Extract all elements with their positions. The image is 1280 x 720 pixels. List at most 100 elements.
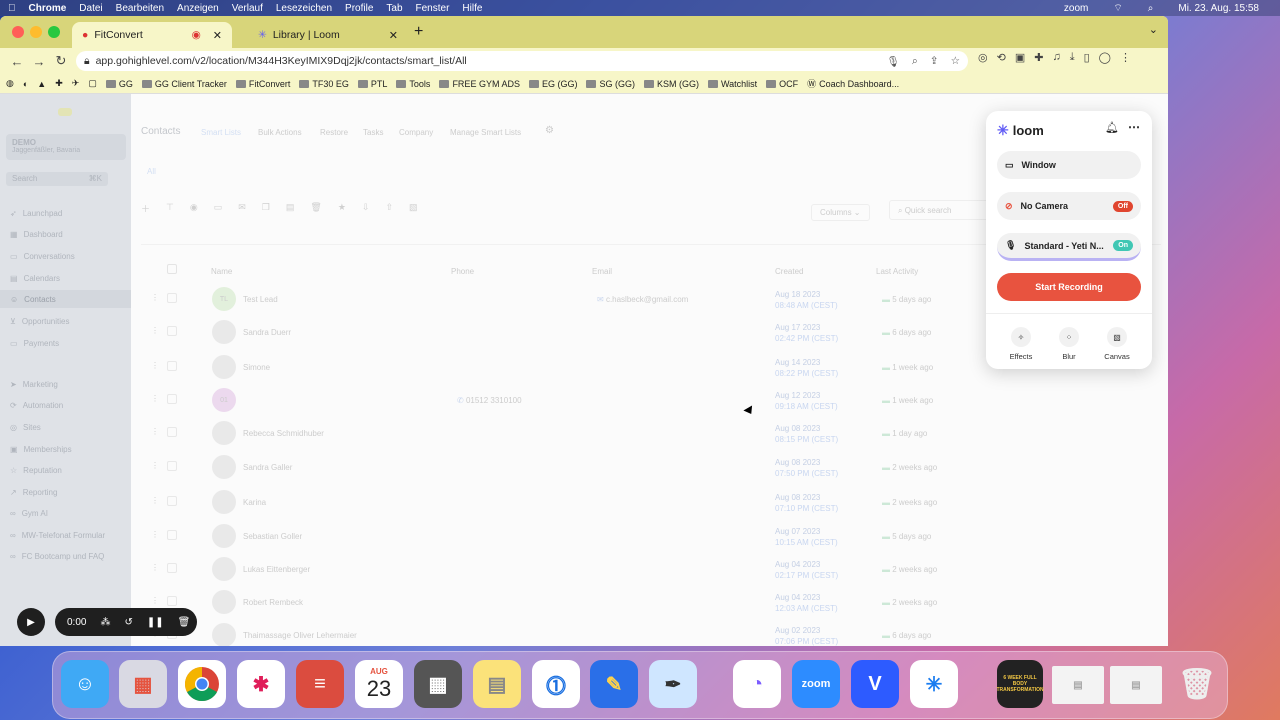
reload-icon[interactable]: ↻ bbox=[50, 53, 72, 69]
menu-fenster[interactable]: Fenster bbox=[416, 3, 450, 14]
zoom-window-button[interactable] bbox=[48, 26, 60, 38]
row-checkbox[interactable] bbox=[167, 596, 177, 606]
sidebar-search[interactable]: Search ⌘K bbox=[6, 172, 108, 186]
bookmark-star-icon[interactable]: ☆ bbox=[951, 55, 960, 68]
export-icon[interactable]: ⇧ bbox=[385, 202, 393, 215]
row-actions-kebab-icon[interactable]: ⋮ bbox=[151, 293, 159, 302]
sidebar-item-sites[interactable]: ◎ Sites bbox=[10, 423, 41, 432]
close-window-button[interactable] bbox=[12, 26, 24, 38]
camera-select[interactable]: ⊘ No Camera Off bbox=[997, 192, 1141, 220]
column-header-last-activity[interactable]: Last Activity bbox=[876, 267, 918, 276]
safari-icon[interactable]: ✳ bbox=[910, 660, 958, 708]
column-header-name[interactable]: Name bbox=[211, 267, 232, 276]
notes-icon[interactable]: ▤ bbox=[473, 660, 521, 708]
extension-icon[interactable]: ⟲ bbox=[997, 51, 1006, 64]
row-actions-kebab-icon[interactable]: ⋮ bbox=[151, 361, 159, 370]
sidebar-item-contacts[interactable]: ☺ Contacts bbox=[0, 290, 131, 308]
zoom-lens-icon[interactable]: ⌕ bbox=[912, 55, 918, 68]
row-checkbox[interactable] bbox=[167, 394, 177, 404]
blur-button[interactable]: ⁘ Blur bbox=[1049, 327, 1089, 361]
row-actions-kebab-icon[interactable]: ⋮ bbox=[151, 496, 159, 505]
contact-phone[interactable]: ✆ 01512 3310100 bbox=[457, 396, 522, 405]
bookmark-item[interactable]: Tools bbox=[396, 79, 430, 89]
column-header-email[interactable]: Email bbox=[592, 267, 612, 276]
smart-list-tab-all[interactable]: All bbox=[147, 167, 156, 176]
column-header-created[interactable]: Created bbox=[775, 267, 803, 276]
tab-restore[interactable]: Restore bbox=[320, 128, 348, 137]
download-icon[interactable]: ⤓ bbox=[1070, 51, 1075, 64]
sidebar-item-memberships[interactable]: ▣ Memberships bbox=[10, 445, 72, 454]
column-header-phone[interactable]: Phone bbox=[451, 267, 474, 276]
bookmark-item[interactable]: EG (GG) bbox=[528, 79, 577, 89]
vimeo-app-icon[interactable]: V bbox=[851, 660, 899, 708]
row-checkbox[interactable] bbox=[167, 461, 177, 471]
bookmark-item[interactable]: OCF bbox=[766, 79, 798, 89]
menu-profile[interactable]: Profile bbox=[345, 3, 373, 14]
slack-icon[interactable]: ✱ bbox=[237, 660, 285, 708]
tab-company[interactable]: Company bbox=[399, 128, 433, 137]
book-cover-thumbnail[interactable]: 6 WEEK FULL BODY TRANSFORMATION bbox=[996, 660, 1044, 708]
window-thumbnail[interactable]: ▤ bbox=[1110, 666, 1162, 704]
sidebar-item-reputation[interactable]: ☆ Reputation bbox=[10, 466, 62, 475]
sidebar-item-fc-bootcamp[interactable]: ∞ FC Bootcamp und FAQ bbox=[10, 552, 104, 561]
sidebar-item-gym-ai[interactable]: ∞ Gym AI bbox=[10, 509, 48, 518]
row-checkbox[interactable] bbox=[167, 530, 177, 540]
row-checkbox[interactable] bbox=[167, 293, 177, 303]
sidebar-item-automation[interactable]: ⟳ Automation bbox=[10, 401, 63, 410]
row-actions-kebab-icon[interactable]: ⋮ bbox=[151, 326, 159, 335]
effects-button[interactable]: ✧ Effects bbox=[1001, 327, 1041, 361]
menu-hilfe[interactable]: Hilfe bbox=[462, 3, 482, 14]
tab-search-chevron-icon[interactable]: ⌄ bbox=[1149, 23, 1158, 36]
contact-email[interactable]: ✉ c.haslbeck@gmail.com bbox=[597, 295, 688, 304]
share-icon[interactable]: ⇪ bbox=[930, 55, 939, 68]
clipboard-icon[interactable]: ▤ bbox=[286, 202, 295, 215]
contact-name-link[interactable]: Sandra Duerr bbox=[243, 328, 291, 337]
sidepanel-icon[interactable]: ▯ bbox=[1084, 51, 1090, 64]
email-icon[interactable]: ✉ bbox=[238, 202, 246, 215]
forward-icon[interactable]: → bbox=[28, 54, 50, 69]
columns-button[interactable]: Columns ⌄ bbox=[811, 204, 870, 221]
tab-tasks[interactable]: Tasks bbox=[363, 128, 383, 137]
minimize-window-button[interactable] bbox=[30, 26, 42, 38]
row-actions-kebab-icon[interactable]: ⋮ bbox=[151, 563, 159, 572]
datetime[interactable]: Mi. 23. Aug. 15:58 bbox=[1178, 3, 1259, 14]
finder-icon[interactable]: ☺ bbox=[61, 660, 109, 708]
microphone-select[interactable]: 🎙︎ Standard - Yeti N... On bbox=[997, 233, 1141, 261]
copy-icon[interactable]: ❐ bbox=[262, 202, 270, 215]
account-switcher[interactable]: DEMO Jaggenfäßler, Bavaria bbox=[6, 134, 126, 160]
bookmark-icon[interactable]: ✈ bbox=[72, 78, 80, 89]
notification-bell-icon[interactable]: 🔔︎ bbox=[1105, 121, 1119, 134]
bookmark-item[interactable]: Watchlist bbox=[707, 79, 757, 89]
launchpad-icon[interactable]: ▦ bbox=[119, 660, 167, 708]
pencil-app-icon[interactable]: ✎ bbox=[590, 660, 638, 708]
row-actions-kebab-icon[interactable]: ⋮ bbox=[151, 427, 159, 436]
drawing-icon[interactable]: ⁂ bbox=[100, 617, 110, 628]
bookmark-item[interactable]: FREE GYM ADS bbox=[439, 79, 520, 89]
menu-tab[interactable]: Tab bbox=[386, 3, 402, 14]
capture-source-select[interactable]: ▭ Window bbox=[997, 151, 1141, 179]
sidebar-item-reporting[interactable]: ↗ Reporting bbox=[10, 488, 57, 497]
restart-icon[interactable]: ↺ bbox=[124, 617, 132, 628]
menu-anzeigen[interactable]: Anzeigen bbox=[177, 3, 219, 14]
menu-kebab-icon[interactable]: ⋮ bbox=[1120, 51, 1131, 64]
row-checkbox[interactable] bbox=[167, 496, 177, 506]
media-icon[interactable]: ♫ bbox=[1052, 51, 1060, 64]
row-checkbox[interactable] bbox=[167, 427, 177, 437]
trash-icon[interactable]: 🗑︎ bbox=[1173, 660, 1221, 708]
pause-icon[interactable]: ❚❚ bbox=[147, 617, 164, 628]
delete-icon[interactable]: 🗑︎ bbox=[178, 617, 191, 628]
row-actions-kebab-icon[interactable]: ⋮ bbox=[151, 461, 159, 470]
messenger-icon[interactable]: ◔ bbox=[733, 660, 781, 708]
row-checkbox[interactable] bbox=[167, 563, 177, 573]
more-options-icon[interactable]: ⋯ bbox=[1128, 120, 1140, 134]
sidebar-item-opportunities[interactable]: ⊻ Opportunities bbox=[10, 317, 69, 326]
textedit-icon[interactable]: ✒ bbox=[649, 660, 697, 708]
sidebar-item-mw-telefonat[interactable]: ∞ MW-Telefonat Formular bbox=[10, 531, 105, 540]
sidebar-item-dashboard[interactable]: ▦ Dashboard bbox=[10, 230, 63, 239]
contact-name-link[interactable]: Robert Rembeck bbox=[243, 598, 303, 607]
contact-name-link[interactable]: Sandra Galler bbox=[243, 463, 292, 472]
extension-icon[interactable]: ◎ bbox=[978, 51, 988, 64]
row-actions-kebab-icon[interactable]: ⋮ bbox=[151, 596, 159, 605]
contact-name-link[interactable]: Sebastian Goller bbox=[243, 532, 302, 541]
tab-smart-lists[interactable]: Smart Lists bbox=[201, 128, 241, 137]
